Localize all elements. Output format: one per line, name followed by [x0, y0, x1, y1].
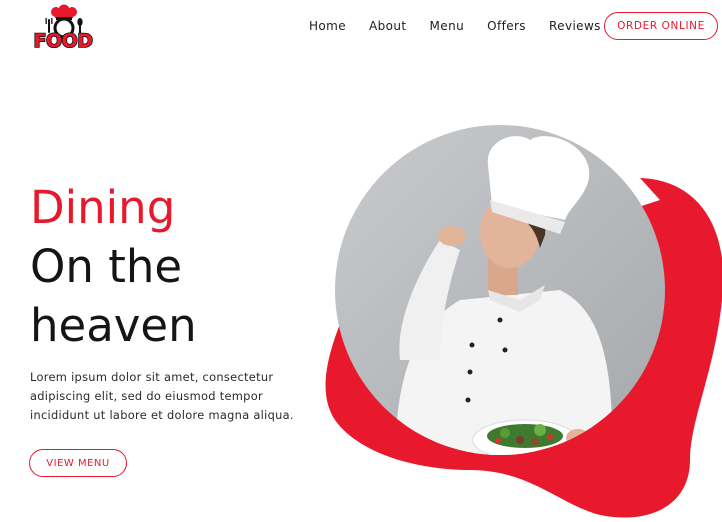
hero-title: Dining On the heaven [30, 178, 197, 355]
hero-title-line1: Dining [30, 181, 176, 234]
hero-description: Lorem ipsum dolor sit amet, consectetur … [30, 370, 294, 422]
hero-title-line2: On the [30, 240, 183, 293]
view-menu-button[interactable]: VIEW MENU [29, 449, 127, 477]
hero-title-line3: heaven [30, 299, 197, 352]
